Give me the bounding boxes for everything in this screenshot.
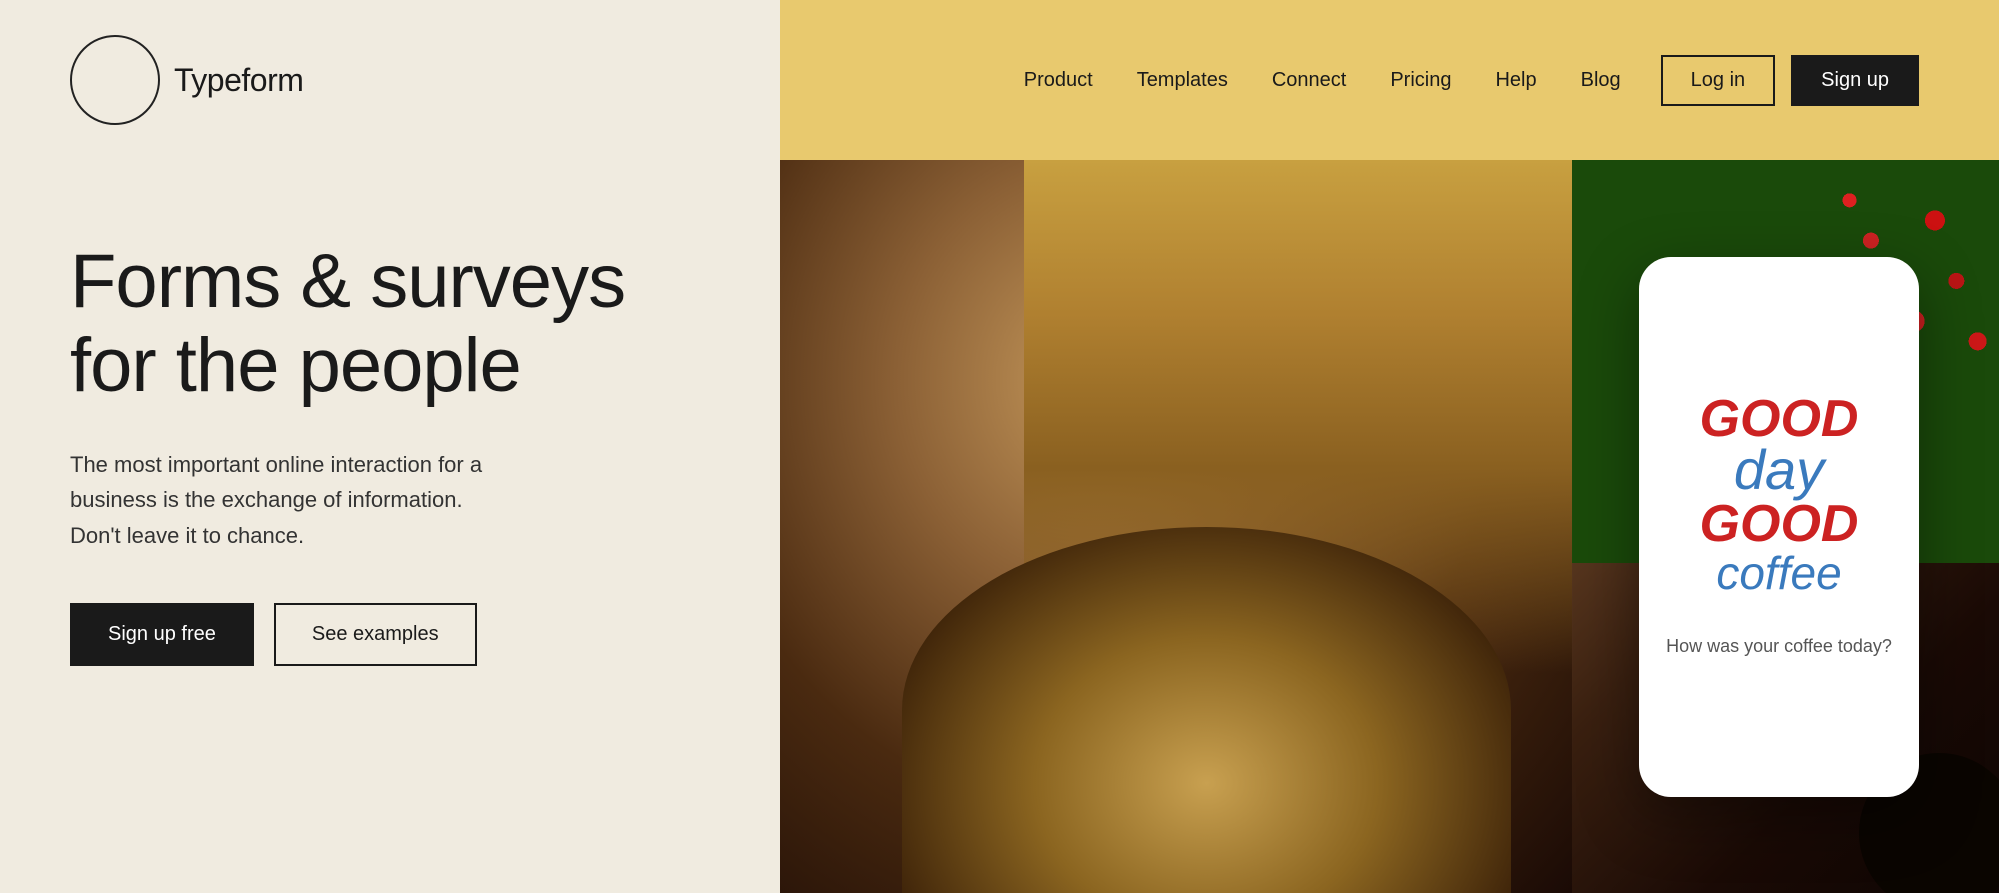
hero-image-panel: GOOD day GOOD coffee How was your coffee… <box>780 160 1999 893</box>
nav-product[interactable]: Product <box>1024 69 1093 92</box>
coffee-area <box>902 527 1512 893</box>
main: Forms & surveys for the people The most … <box>0 160 1999 893</box>
logo[interactable]: Typeform <box>70 35 303 125</box>
auth-buttons: Log in Sign up <box>1661 55 1919 106</box>
nav-pricing[interactable]: Pricing <box>1390 69 1451 92</box>
phone-good2: GOOD <box>1700 498 1859 550</box>
header-left: Typeform <box>0 0 780 160</box>
phone-good1: GOOD <box>1700 396 1859 443</box>
header-right: Product Templates Connect Pricing Help B… <box>780 0 1999 160</box>
nav-connect[interactable]: Connect <box>1272 69 1347 92</box>
cta-buttons: Sign up free See examples <box>70 603 710 666</box>
login-button[interactable]: Log in <box>1661 55 1776 106</box>
logo-circle <box>70 35 160 125</box>
phone-coffee: coffee <box>1700 550 1859 596</box>
phone-mockup: GOOD day GOOD coffee How was your coffee… <box>1639 257 1919 797</box>
hero-title-line2: for the people <box>70 323 521 408</box>
phone-logo: GOOD day GOOD coffee <box>1700 396 1859 597</box>
nav: Product Templates Connect Pricing Help B… <box>1024 69 1621 92</box>
hero-subtitle: The most important online interaction fo… <box>70 447 490 553</box>
nav-help[interactable]: Help <box>1495 69 1536 92</box>
hero-title: Forms & surveys for the people <box>70 240 710 407</box>
logo-text: Typeform <box>174 62 303 99</box>
header: Typeform Product Templates Connect Prici… <box>0 0 1999 160</box>
nav-templates[interactable]: Templates <box>1137 69 1228 92</box>
see-examples-button[interactable]: See examples <box>274 603 477 666</box>
phone-day: day <box>1700 442 1859 498</box>
nav-blog[interactable]: Blog <box>1581 69 1621 92</box>
hero-section: Forms & surveys for the people The most … <box>0 160 780 893</box>
hero-title-line1: Forms & surveys <box>70 239 625 324</box>
signup-free-button[interactable]: Sign up free <box>70 603 254 666</box>
phone-question: How was your coffee today? <box>1666 636 1892 657</box>
signup-button[interactable]: Sign up <box>1791 55 1919 106</box>
